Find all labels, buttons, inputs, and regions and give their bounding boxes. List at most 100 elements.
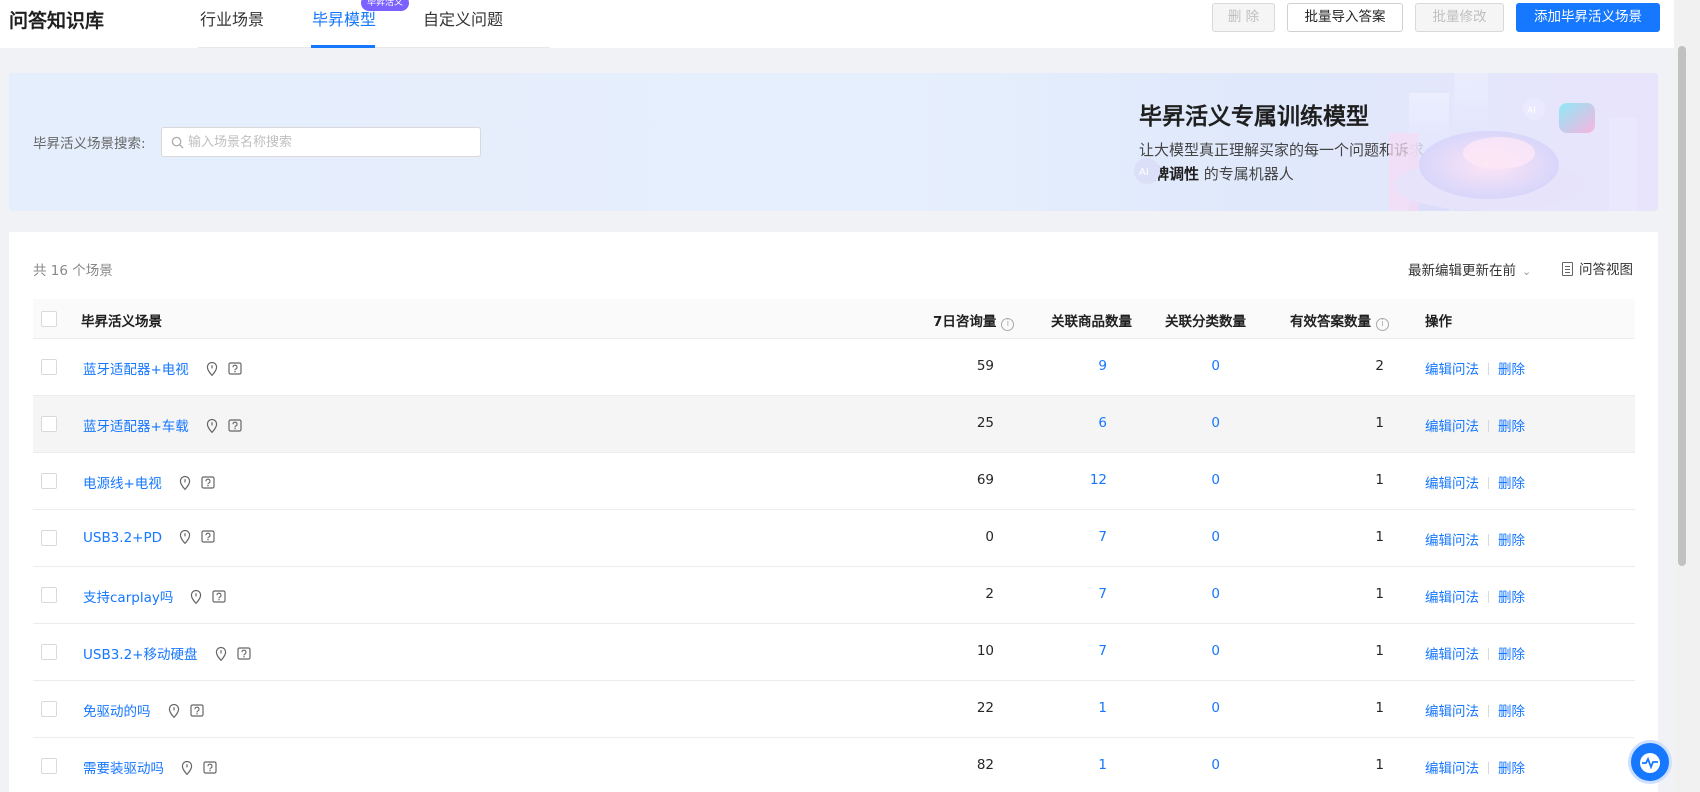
delete-link[interactable]: 删除 [1498,647,1525,663]
row-actions: 编辑问法 删除 [1425,586,1525,606]
question-bubble-icon[interactable] [201,530,215,545]
table-row: 蓝牙适配器+车载 25 6 0 1 编辑问法 删除 [33,396,1635,453]
info-icon[interactable]: i [1001,318,1015,331]
delete-link[interactable]: 删除 [1498,533,1525,549]
scene-name-link[interactable]: 蓝牙适配器+电视 [83,362,189,378]
product-count-link[interactable]: 7 [1033,529,1107,545]
row-actions: 编辑问法 删除 [1425,757,1525,777]
edit-question-link[interactable]: 编辑问法 [1425,704,1479,720]
question-bubble-icon[interactable] [212,590,226,605]
scene-name-link[interactable]: 免驱动的吗 [83,704,151,720]
row-checkbox[interactable] [41,359,57,375]
scene-cell: 电源线+电视 [83,472,215,492]
category-count-link[interactable]: 0 [1153,358,1220,374]
edit-question-link[interactable]: 编辑问法 [1425,476,1479,492]
row-checkbox[interactable] [41,758,57,774]
row-checkbox[interactable] [41,473,57,489]
search-box[interactable] [161,127,481,157]
row-checkbox[interactable] [41,530,57,546]
category-count-link[interactable]: 0 [1153,757,1220,773]
search-input[interactable] [188,128,474,156]
bulk-edit-button[interactable]: 批量修改 [1415,3,1504,32]
question-bubble-icon[interactable] [201,476,215,491]
document-icon [1562,262,1573,276]
sort-select[interactable]: 最新编辑更新在前 ⌄ [1408,259,1531,279]
location-pin-icon[interactable] [214,646,228,662]
delete-link[interactable]: 删除 [1498,761,1525,777]
column-header-answers: 有效答案数量 i [1290,310,1389,331]
tab-industry-scenes[interactable]: 行业场景 [200,6,264,30]
row-checkbox[interactable] [41,587,57,603]
location-pin-icon[interactable] [167,703,181,719]
table-row: USB3.2+PD 0 7 0 1 编辑问法 删除 [33,510,1635,567]
product-count-link[interactable]: 9 [1033,358,1107,374]
action-divider [1488,363,1489,375]
delete-button[interactable]: 删 除 [1212,3,1275,32]
category-count-link[interactable]: 0 [1153,586,1220,602]
delete-link[interactable]: 删除 [1498,362,1525,378]
select-all-checkbox[interactable] [41,311,57,327]
assistant-fab-button[interactable] [1628,740,1672,784]
delete-link[interactable]: 删除 [1498,476,1525,492]
row-actions: 编辑问法 删除 [1425,700,1525,720]
question-bubble-icon[interactable] [236,647,251,662]
scene-name-link[interactable]: 电源线+电视 [83,476,162,492]
product-count-link[interactable]: 12 [1033,472,1107,488]
edit-question-link[interactable]: 编辑问法 [1425,761,1479,777]
location-pin-icon[interactable] [205,418,219,434]
question-bubble-icon[interactable] [228,362,242,377]
bulk-import-answers-button[interactable]: 批量导入答案 [1287,3,1403,32]
page-scrollbar[interactable] [1674,0,1700,792]
scrollbar-thumb[interactable] [1678,46,1686,566]
edit-question-link[interactable]: 编辑问法 [1425,419,1479,435]
column-header-answers-label: 有效答案数量 [1290,314,1371,330]
row-checkbox[interactable] [41,416,57,432]
tab-custom-questions[interactable]: 自定义问题 [423,6,503,30]
qa-view-button[interactable]: 问答视图 [1562,258,1633,278]
product-count-link[interactable]: 6 [1033,415,1107,431]
category-count-link[interactable]: 0 [1153,472,1220,488]
scene-name-link[interactable]: 蓝牙适配器+车载 [83,419,189,435]
product-count-link[interactable]: 1 [1033,757,1107,773]
edit-question-link[interactable]: 编辑问法 [1425,362,1479,378]
scene-name-link[interactable]: USB3.2+移动硬盘 [83,647,198,663]
category-count-link[interactable]: 0 [1153,415,1220,431]
scene-name-link[interactable]: 支持carplay吗 [83,590,173,606]
location-pin-icon[interactable] [180,760,194,776]
answer-count: 1 [1375,586,1384,602]
column-header-consult: 7日咨询量 i [933,310,1015,331]
info-icon[interactable]: i [1376,318,1389,331]
delete-link[interactable]: 删除 [1498,419,1525,435]
svg-text:AI: AI [1527,106,1536,116]
add-scene-button[interactable]: 添加毕昇活义场景 [1516,3,1660,32]
column-header-consult-label: 7日咨询量 [933,314,997,330]
page-title: 问答知识库 [9,10,105,32]
product-count-link[interactable]: 7 [1033,586,1107,602]
row-checkbox[interactable] [41,644,57,660]
delete-link[interactable]: 删除 [1498,704,1525,720]
tab-badge: 毕昇活义 [361,0,410,11]
product-count-link[interactable]: 7 [1033,643,1107,659]
edit-question-link[interactable]: 编辑问法 [1425,533,1479,549]
location-pin-icon[interactable] [205,361,219,377]
location-pin-icon[interactable] [178,529,192,545]
location-pin-icon[interactable] [189,589,203,605]
edit-question-link[interactable]: 编辑问法 [1425,590,1479,606]
delete-link[interactable]: 删除 [1498,590,1525,606]
question-bubble-icon[interactable] [189,704,204,719]
category-count-link[interactable]: 0 [1153,643,1220,659]
location-pin-icon[interactable] [178,475,192,491]
table-row: 蓝牙适配器+电视 59 9 0 2 编辑问法 删除 [33,339,1635,396]
scene-name-link[interactable]: 需要装驱动吗 [83,761,164,777]
question-bubble-icon[interactable] [228,419,242,434]
row-checkbox[interactable] [41,701,57,717]
product-count-link[interactable]: 1 [1033,700,1107,716]
scene-name-link[interactable]: USB3.2+PD [83,530,162,546]
scene-cell: USB3.2+移动硬盘 [83,643,251,663]
top-bar: 问答知识库 行业场景 毕昇模型 毕昇活义 自定义问题 删 除 批量导入答案 批量… [0,0,1675,48]
question-bubble-icon[interactable] [203,761,217,776]
category-count-link[interactable]: 0 [1153,529,1220,545]
edit-question-link[interactable]: 编辑问法 [1425,647,1479,663]
category-count-link[interactable]: 0 [1153,700,1220,716]
table-row: 免驱动的吗 22 1 0 1 编辑问法 删除 [33,681,1635,738]
